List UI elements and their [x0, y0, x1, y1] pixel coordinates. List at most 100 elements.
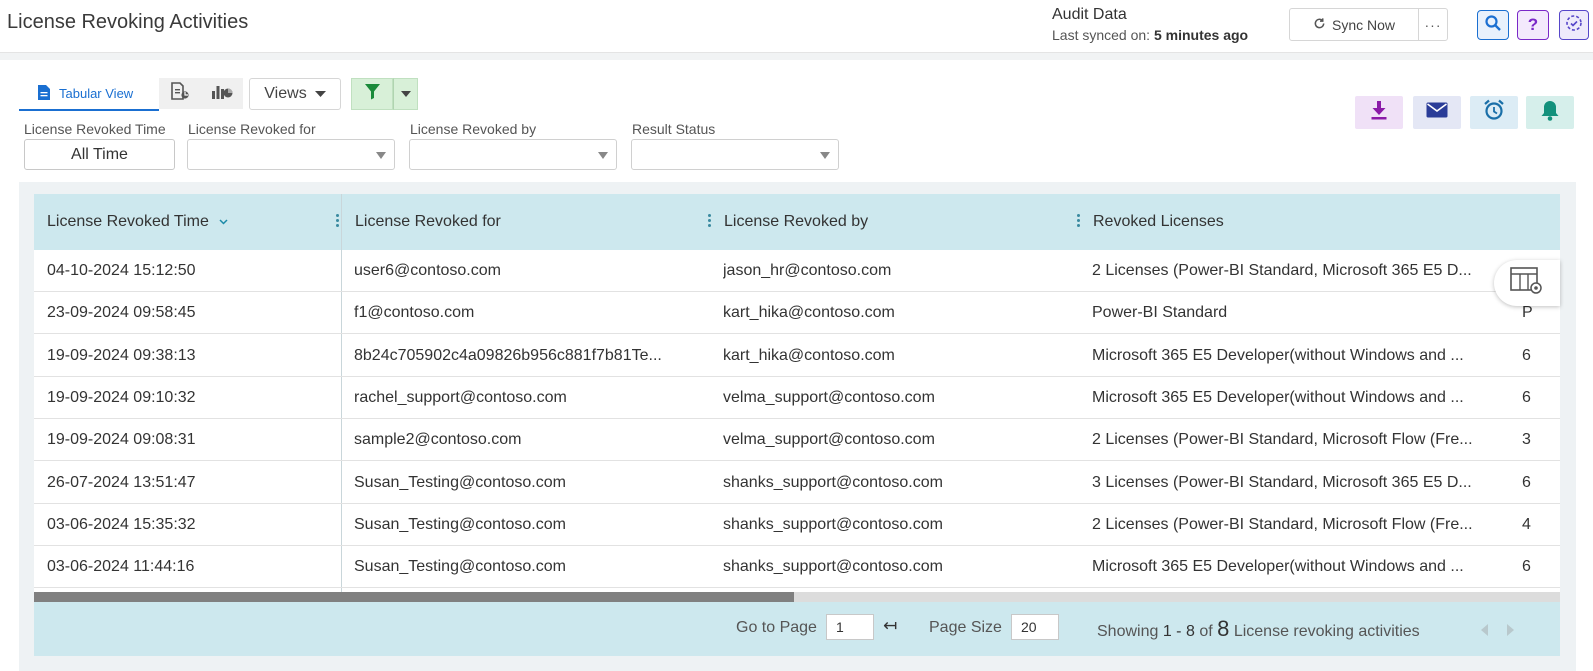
result-status-select[interactable]: [631, 139, 839, 170]
cell-revoked-time: 19-09-2024 09:10:32: [47, 388, 196, 406]
column-header-revoked-for[interactable]: License Revoked for: [342, 194, 719, 250]
cell-revoked-licenses: 2 Licenses (Power-BI Standard, Microsoft…: [1092, 262, 1472, 279]
chart-icon: [211, 82, 233, 105]
last-synced-label: Last synced on:: [1052, 27, 1151, 43]
grid-container: License Revoked Time License Revoked for…: [19, 182, 1576, 671]
horizontal-scrollbar[interactable]: [34, 592, 1560, 602]
filter-icon: [364, 83, 381, 105]
cell-revoked-for: sample2@contoso.com: [354, 431, 522, 449]
cell-revoked-by: velma_support@contoso.com: [723, 431, 935, 449]
table-row[interactable]: 03-06-2024 11:44:16 Susan_Testing@contoso…: [34, 546, 1560, 589]
more-options-button[interactable]: ···: [1418, 8, 1448, 41]
cell-revoked-time: 23-09-2024 09:58:45: [47, 304, 196, 322]
filter-dropdown-toggle[interactable]: [393, 78, 418, 110]
search-icon: [1484, 14, 1502, 37]
cell-revoked-by: kart_hika@contoso.com: [723, 346, 895, 364]
filter-revoked-by-label: License Revoked by: [410, 121, 537, 137]
help-button[interactable]: ?: [1517, 10, 1549, 40]
column-settings-button[interactable]: [1494, 260, 1560, 306]
tab-report-view[interactable]: [159, 78, 201, 109]
views-dropdown[interactable]: Views: [249, 78, 341, 110]
range-start: 1: [1162, 623, 1172, 640]
views-label: Views: [264, 85, 307, 102]
audit-info: Audit Data Last synced on: 5 minutes ago: [1052, 6, 1248, 43]
download-icon: [1370, 100, 1388, 125]
revoked-by-select[interactable]: [409, 139, 617, 170]
table-row[interactable]: 19-09-2024 09:38:13 8b24c705902c4a09826b9…: [34, 335, 1560, 377]
column-header-label: Revoked Licenses: [1093, 213, 1224, 230]
export-button[interactable]: [1355, 96, 1403, 129]
table-row[interactable]: 03-06-2024 15:35:32 Susan_Testing@contoso…: [34, 504, 1560, 546]
cell-next-column: 3: [1522, 431, 1531, 449]
bell-icon: [1540, 99, 1560, 126]
sort-descending-icon[interactable]: [219, 216, 228, 228]
cell-revoked-time: 03-06-2024 15:35:32: [47, 515, 196, 533]
cell-revoked-for: user6@contoso.com: [354, 262, 501, 279]
last-synced-value: 5 minutes ago: [1153, 27, 1249, 43]
column-header-time[interactable]: License Revoked Time: [34, 194, 347, 250]
column-header-revoked-by[interactable]: License Revoked by: [711, 194, 1088, 250]
view-tabs: Tabular View: [19, 78, 159, 111]
scrollbar-thumb[interactable]: [34, 592, 794, 602]
cell-revoked-licenses: 2 Licenses (Power-BI Standard, Microsoft…: [1092, 431, 1472, 449]
cell-revoked-licenses: Microsoft 365 E5 Developer(without Windo…: [1092, 388, 1464, 406]
schedule-button[interactable]: [1470, 96, 1518, 129]
goto-page-input[interactable]: 1: [826, 614, 874, 640]
email-button[interactable]: [1413, 96, 1461, 129]
cell-next-column: 6: [1522, 558, 1531, 576]
filter-button[interactable]: [351, 78, 393, 110]
tab-tabular-view-label: Tabular View: [59, 86, 134, 101]
data-grid: License Revoked Time License Revoked for…: [34, 194, 1560, 592]
cell-revoked-licenses: Power-BI Standard: [1092, 304, 1228, 322]
cell-revoked-for: rachel_support@contoso.com: [354, 388, 567, 406]
showing-label: Showing: [1097, 623, 1159, 640]
alert-button[interactable]: [1526, 96, 1574, 129]
page-size-input[interactable]: 20: [1011, 614, 1059, 640]
time-range-button[interactable]: All Time: [24, 139, 175, 170]
goto-page-label: Go to Page: [736, 619, 817, 636]
showing-summary: Showing 1 - 8 of 8 License revoking acti…: [1097, 616, 1420, 642]
tab-chart-view[interactable]: [201, 78, 243, 109]
previous-page-icon[interactable]: [1481, 624, 1488, 636]
cell-revoked-time: 03-06-2024 11:44:16: [47, 558, 195, 576]
column-header-label: License Revoked for: [355, 213, 501, 230]
search-button[interactable]: [1477, 10, 1509, 40]
table-row[interactable]: 19-09-2024 09:10:32 rachel_support@contos…: [34, 377, 1560, 419]
next-page-icon[interactable]: [1507, 624, 1514, 636]
table-row[interactable]: 04-10-2024 15:12:50 user6@contoso.com jaso…: [34, 250, 1560, 292]
column-menu-icon[interactable]: [336, 214, 339, 227]
tab-tabular-view[interactable]: Tabular View: [19, 78, 159, 109]
cell-next-column: 4: [1522, 515, 1531, 533]
cell-revoked-by: shanks_support@contoso.com: [723, 473, 943, 491]
table-row[interactable]: 23-09-2024 09:58:45 f1@contoso.com kart_hi…: [34, 292, 1560, 335]
pagination-bar: Go to Page 1 ↤ Page Size 20 Showing 1 - …: [34, 602, 1560, 656]
report-icon: [170, 81, 190, 106]
table-row[interactable]: 19-09-2024 09:08:31 sample2@contoso.com ve…: [34, 419, 1560, 462]
column-header-revoked-licenses[interactable]: Revoked Licenses: [1080, 194, 1510, 250]
chevron-down-icon: [314, 85, 326, 103]
table-row[interactable]: 26-07-2024 13:51:47 Susan_Testing@contoso…: [34, 462, 1560, 504]
cell-revoked-for: 8b24c705902c4a09826b956c881f7b81Te...: [354, 346, 662, 364]
report-card: Tabular View Views License Revoked Time …: [0, 60, 1593, 671]
cell-revoked-by: shanks_support@contoso.com: [723, 515, 943, 533]
page-header: License Revoking Activities Audit Data L…: [0, 0, 1593, 53]
sync-now-button[interactable]: Sync Now: [1289, 8, 1419, 41]
alarm-clock-icon: [1483, 99, 1505, 126]
column-header-label: License Revoked by: [724, 213, 869, 230]
grid-header-row: License Revoked Time License Revoked for…: [34, 194, 1560, 250]
cell-revoked-time: 19-09-2024 09:08:31: [47, 431, 196, 449]
dashboard-button[interactable]: [1559, 10, 1589, 40]
revoked-for-select[interactable]: [187, 139, 395, 170]
last-synced: Last synced on: 5 minutes ago: [1052, 27, 1248, 43]
filter-status-label: Result Status: [632, 121, 716, 137]
cell-revoked-for: Susan_Testing@contoso.com: [354, 558, 566, 576]
filter-time-label: License Revoked Time: [24, 121, 166, 137]
cell-revoked-time: 26-07-2024 13:51:47: [47, 473, 196, 491]
cell-revoked-by: shanks_support@contoso.com: [723, 558, 943, 576]
cell-revoked-by: velma_support@contoso.com: [723, 388, 935, 406]
go-arrow-icon[interactable]: ↤: [883, 616, 897, 636]
cell-revoked-by: kart_hika@contoso.com: [723, 304, 895, 322]
gauge-icon: [1565, 14, 1583, 37]
range-separator: -: [1171, 623, 1186, 640]
cell-revoked-for: Susan_Testing@contoso.com: [354, 473, 566, 491]
